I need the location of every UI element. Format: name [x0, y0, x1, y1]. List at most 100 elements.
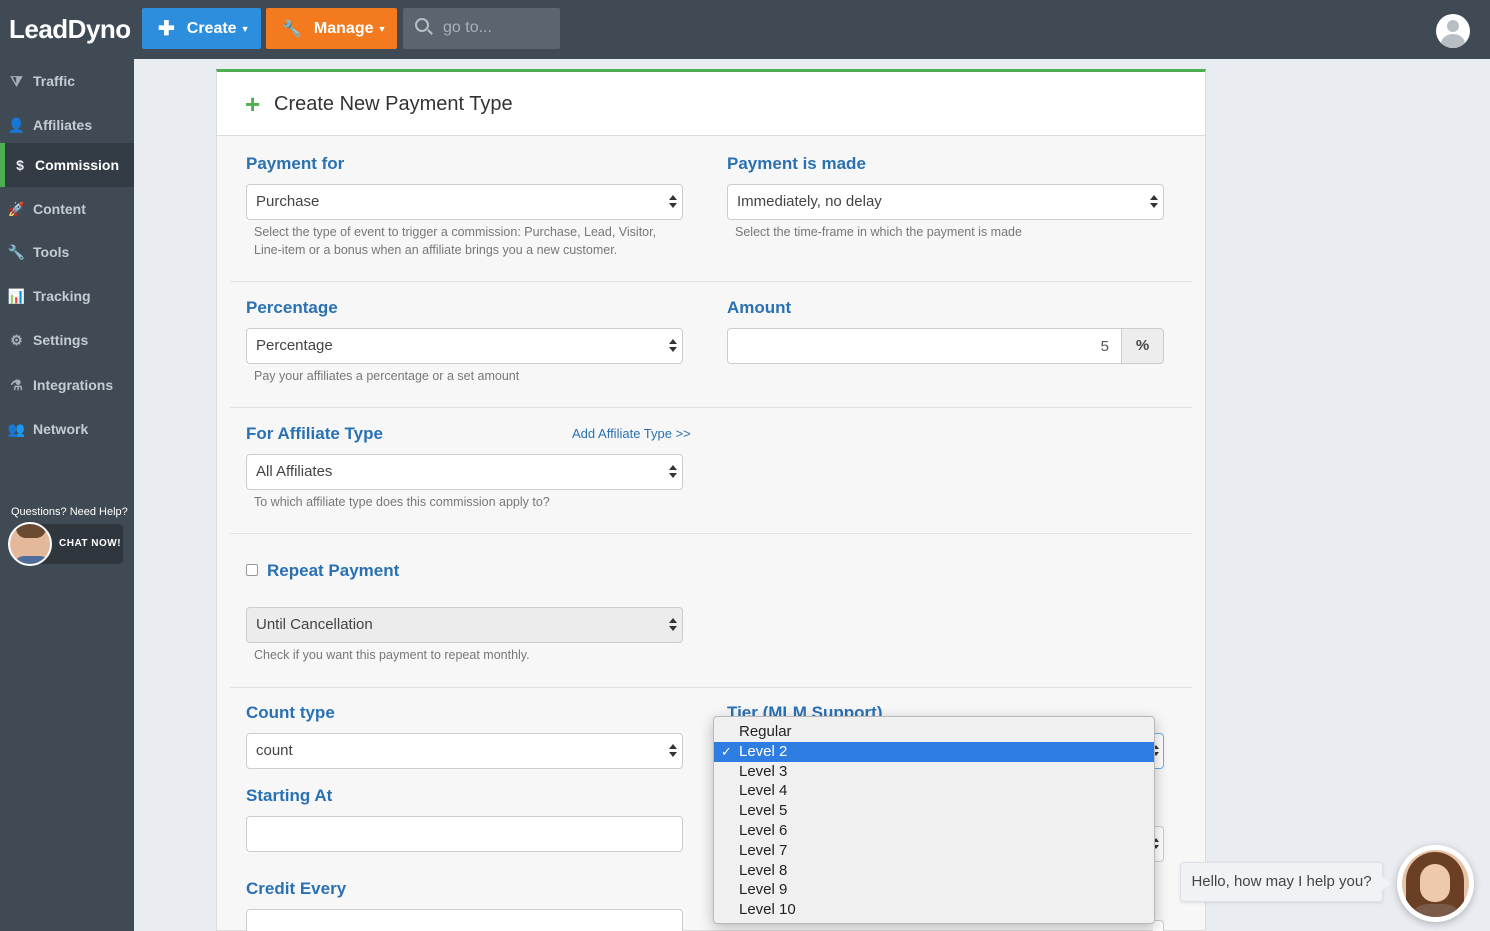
select-arrows-icon: [1150, 194, 1158, 210]
sidebar-item-settings[interactable]: ⚙ Settings: [0, 318, 134, 362]
repeat-payment-checkbox[interactable]: [246, 564, 258, 576]
payment-made-value: Immediately, no delay: [737, 193, 882, 210]
sidebar-item-tracking[interactable]: 📊 Tracking: [0, 274, 134, 318]
create-button[interactable]: ✚ Create ▼: [142, 8, 261, 49]
panel-header: + Create New Payment Type: [217, 72, 1205, 136]
affiliate-type-select[interactable]: All Affiliates: [246, 454, 683, 490]
caret-down-icon: ▼: [240, 23, 250, 34]
user-avatar-head: [1447, 20, 1459, 32]
section-divider: [230, 281, 1192, 282]
select-arrows-icon: [669, 338, 677, 354]
manage-button[interactable]: 🔧 Manage ▼: [266, 8, 397, 49]
plus-icon: +: [245, 89, 261, 119]
credit-every-input[interactable]: [246, 909, 683, 931]
amount-input[interactable]: [727, 328, 1122, 364]
sidebar-item-commission[interactable]: $ Commission: [0, 143, 134, 187]
sidebar-item-integrations[interactable]: ⚗ Integrations: [0, 363, 134, 407]
repeat-payment-label: Repeat Payment: [267, 561, 400, 580]
manage-button-label: Manage: [313, 19, 374, 37]
repeat-duration-value: Until Cancellation: [256, 616, 373, 633]
goto-search-input[interactable]: [443, 19, 553, 37]
tier-option-label: Regular: [739, 723, 792, 740]
select-arrows-icon: [669, 617, 677, 633]
sidebar-item-label: Content: [33, 201, 86, 217]
tier-option[interactable]: Level 8: [714, 861, 1154, 881]
app-logo[interactable]: LeadDyno: [9, 14, 131, 45]
count-type-select[interactable]: count: [246, 733, 683, 769]
top-bar: LeadDyno ✚ Create ▼ 🔧 Manage ▼: [0, 0, 1490, 59]
chat-agent-avatar[interactable]: [1397, 845, 1474, 922]
add-affiliate-type-link[interactable]: Add Affiliate Type >>: [572, 426, 691, 441]
tier-option[interactable]: Level 5: [714, 801, 1154, 821]
tier-option-label: Level 5: [739, 802, 788, 820]
caret-down-icon: ▼: [377, 23, 387, 34]
tier-option-label: Level 7: [739, 841, 788, 859]
sidebar-item-label: Tracking: [33, 288, 91, 304]
tier-option-label: Level 10: [739, 901, 796, 919]
dollar-icon: $: [16, 157, 24, 173]
users-icon: 👥: [7, 420, 26, 437]
agent-face: [1420, 864, 1450, 902]
percentage-label: Percentage: [246, 298, 338, 317]
sidebar-item-label: Network: [33, 421, 89, 437]
flask-icon: ⚗: [10, 376, 23, 393]
tier-option-selected[interactable]: ✓ Level 2: [714, 741, 1154, 762]
credit-every-label: Credit Every: [246, 879, 347, 898]
sidebar-item-affiliates[interactable]: 👤 Affiliates: [0, 103, 134, 147]
tier-option-label: Level 2: [739, 742, 788, 760]
tier-option[interactable]: Regular: [714, 722, 1154, 742]
create-button-label: Create: [186, 19, 237, 37]
tier-option[interactable]: Level 3: [714, 762, 1154, 782]
tier-option[interactable]: Level 4: [714, 781, 1154, 801]
affiliate-type-hint: To which affiliate type does this commis…: [254, 495, 550, 509]
wrench-icon: 🔧: [282, 20, 302, 38]
search-icon: [415, 18, 429, 32]
payment-for-hint: Select the type of event to trigger a co…: [254, 225, 657, 257]
amount-label: Amount: [727, 298, 792, 317]
select-arrows-icon: [669, 464, 677, 480]
payment-made-hint: Select the time-frame in which the payme…: [735, 225, 1022, 239]
count-type-label: Count type: [246, 703, 335, 722]
goto-search: [403, 8, 560, 49]
repeat-payment-hint: Check if you want this payment to repeat…: [254, 648, 530, 662]
wrench-icon: 🔧: [7, 243, 26, 260]
tier-dropdown-list: Regular ✓ Level 2 Level 3 Level 4 Level …: [713, 716, 1155, 924]
percentage-select[interactable]: Percentage: [246, 328, 683, 364]
section-divider: [230, 533, 1192, 534]
payment-for-select[interactable]: Purchase: [246, 184, 683, 220]
starting-at-input[interactable]: [246, 816, 683, 852]
count-type-value: count: [256, 742, 293, 759]
tier-option-label: Level 9: [739, 881, 788, 899]
sidebar-item-label: Settings: [33, 332, 89, 348]
sidebar-item-label: Traffic: [33, 73, 76, 89]
chat-greeting-bubble[interactable]: Hello, how may I help you?: [1180, 862, 1390, 902]
support-agent-avatar: [8, 522, 52, 566]
tier-option-label: Level 6: [739, 822, 788, 839]
sidebar-item-network[interactable]: 👥 Network: [0, 407, 134, 451]
gears-icon: ⚙: [10, 331, 23, 348]
sidebar-item-tools[interactable]: 🔧 Tools: [0, 230, 134, 274]
section-divider: [230, 687, 1192, 688]
payment-made-select[interactable]: Immediately, no delay: [727, 184, 1164, 220]
checkmark-icon: ✓: [721, 743, 732, 759]
page-title: Create New Payment Type: [274, 93, 513, 115]
sidebar-item-label: Commission: [35, 157, 120, 173]
tier-option[interactable]: Level 6: [714, 821, 1154, 841]
affiliate-type-label: For Affiliate Type: [246, 424, 383, 443]
chat-now-button[interactable]: CHAT NOW!: [8, 522, 123, 566]
sidebar-item-content[interactable]: 🚀 Content: [0, 187, 134, 231]
user-avatar[interactable]: [1436, 14, 1470, 48]
user-icon: 👤: [7, 116, 26, 133]
percentage-hint: Pay your affiliates a percentage or a se…: [254, 369, 520, 383]
sidebar-item-traffic[interactable]: ⧩ Traffic: [0, 59, 134, 103]
payment-for-value: Purchase: [256, 193, 320, 210]
help-text: Questions? Need Help?: [11, 506, 128, 518]
tier-option[interactable]: Level 9: [714, 880, 1154, 900]
chat-agent-photo: [1402, 850, 1469, 917]
tier-option-label: Level 8: [739, 861, 788, 879]
tier-option[interactable]: Level 10: [714, 900, 1154, 920]
payment-made-label: Payment is made: [727, 154, 866, 173]
repeat-duration-select[interactable]: Until Cancellation: [246, 607, 683, 643]
bar-chart-icon: 📊: [7, 287, 26, 304]
tier-option[interactable]: Level 7: [714, 841, 1154, 861]
